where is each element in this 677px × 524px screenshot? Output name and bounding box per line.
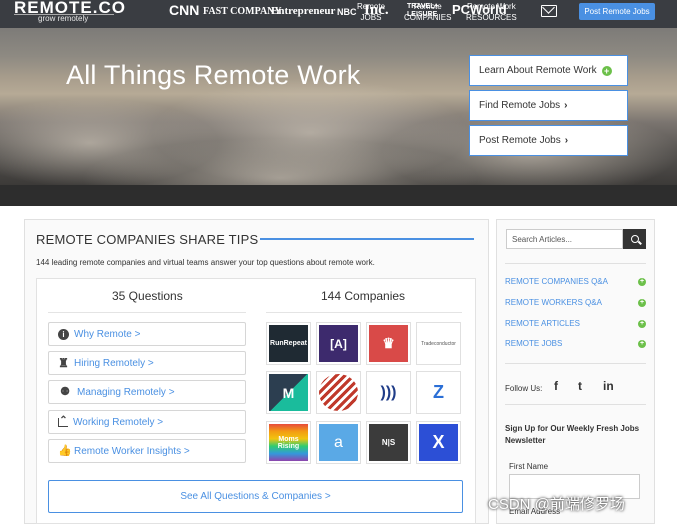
companies-heading: 144 Companies <box>321 289 406 303</box>
plus-circle-icon: + <box>638 298 646 307</box>
post-remote-jobs-button[interactable]: Post Remote Jobs <box>579 3 655 20</box>
company-tile-crown[interactable]: ♛ <box>366 322 411 365</box>
question-why-remote[interactable]: i Why Remote > <box>48 322 246 346</box>
plus-circle-icon: + <box>638 277 646 286</box>
company-logo: a <box>319 424 358 461</box>
company-tile-a[interactable]: [A] <box>316 322 361 365</box>
press-logo-inc: Inc. <box>364 2 389 18</box>
section-intro: 144 leading remote companies and virtual… <box>36 258 375 267</box>
hero-title: All Things Remote Work <box>66 60 361 90</box>
press-logo-fastcompany: FAST COMPANY <box>203 6 282 17</box>
company-tile-runrepeat[interactable]: RunRepeat <box>266 322 311 365</box>
follow-us-label: Follow Us: <box>505 384 543 393</box>
search-input[interactable]: Search Articles... <box>506 229 623 249</box>
crown-icon: ♛ <box>369 325 408 362</box>
press-logo-nbc: NBC <box>337 7 357 17</box>
sidebar-link-label: REMOTE JOBS <box>505 339 563 348</box>
waves-logo-icon: ))) <box>380 383 397 401</box>
info-icon: i <box>58 328 69 340</box>
section-title: REMOTE COMPANIES SHARE TIPS <box>36 232 259 247</box>
linkedin-icon[interactable]: in <box>603 379 614 393</box>
questions-heading: 35 Questions <box>112 289 183 303</box>
company-tile-tradeconductor[interactable]: Tradeconductor <box>416 322 461 365</box>
post-remote-jobs-hero-button[interactable]: Post Remote Jobs › <box>469 125 628 156</box>
company-tile-stripes[interactable] <box>316 371 361 414</box>
sidebar-divider <box>505 404 646 405</box>
company-logo: Moms Rising <box>269 424 308 461</box>
thumbs-up-icon: 👍 <box>58 444 72 457</box>
company-logo: N|S <box>369 424 408 461</box>
sidebar-divider <box>505 263 646 264</box>
company-logo: Tradeconductor <box>421 340 456 347</box>
sidebar-link-companies-qa[interactable]: REMOTE COMPANIES Q&A + <box>505 277 646 286</box>
company-logo: Z <box>433 382 444 402</box>
company-tile-ns[interactable]: N|S <box>366 421 411 464</box>
question-working-remotely[interactable]: ⌃ Working Remotely > <box>48 410 246 434</box>
question-label: Working Remotely > <box>73 416 164 428</box>
twitter-icon[interactable]: t <box>578 379 582 393</box>
press-logo-travel-leisure: TRAVEL+ LEISURE <box>407 3 439 18</box>
question-hiring-remotely[interactable]: ♜ Hiring Remotely > <box>48 351 246 375</box>
site-logo[interactable]: REMOTE.CO grow remotely <box>14 0 126 23</box>
mail-icon[interactable] <box>541 5 557 17</box>
chevron-right-icon: › <box>564 135 569 146</box>
plus-circle-icon: + <box>638 319 646 328</box>
questions-divider <box>48 312 246 313</box>
watermark: CSDN @前端修罗场 <box>488 496 625 513</box>
company-tile-m[interactable]: M <box>266 371 311 414</box>
logo-wordmark: REMOTE.CO <box>14 0 126 17</box>
chart-icon: ⌃ <box>58 414 68 427</box>
plus-circle-icon: + <box>638 339 646 348</box>
logo-divider <box>14 14 114 15</box>
group-icon: ⚉ <box>60 385 70 398</box>
learn-about-remote-work-button[interactable]: Learn About Remote Work + <box>469 55 628 86</box>
company-logo: [A] <box>319 325 358 362</box>
find-remote-jobs-label: Find Remote Jobs <box>479 100 561 111</box>
press-logos-bar <box>0 185 677 206</box>
person-icon: ♜ <box>58 355 69 370</box>
company-tile-waves[interactable]: ))) <box>366 371 411 414</box>
post-remote-jobs-label: Post Remote Jobs <box>479 135 561 146</box>
sidebar-link-jobs[interactable]: REMOTE JOBS + <box>505 339 646 348</box>
company-logo: X <box>419 424 458 461</box>
title-underline <box>260 238 474 240</box>
newsletter-heading: Sign Up for Our Weekly Fresh Jobs Newsle… <box>505 424 640 445</box>
sidebar-link-label: REMOTE ARTICLES <box>505 319 580 328</box>
question-remote-worker-insights[interactable]: 👍 Remote Worker Insights > <box>48 439 246 463</box>
learn-about-remote-work-label: Learn About Remote Work <box>479 65 597 76</box>
stripes-logo-icon <box>319 374 358 411</box>
question-managing-remotely[interactable]: ⚉ Managing Remotely > <box>48 380 246 404</box>
company-logo: M <box>269 374 308 411</box>
question-label: Remote Worker Insights > <box>74 445 190 457</box>
question-label: Hiring Remotely > <box>74 357 154 369</box>
question-label: Managing Remotely > <box>77 386 175 398</box>
see-all-questions-button[interactable]: See All Questions & Companies > <box>48 480 463 513</box>
press-logo-cnn: CNN <box>169 2 200 18</box>
press-logo-pcworld: PCWorld <box>452 2 507 17</box>
sidebar-link-label: REMOTE WORKERS Q&A <box>505 298 602 307</box>
sidebar-link-label: REMOTE COMPANIES Q&A <box>505 277 608 286</box>
company-tile-a-blue[interactable]: a <box>316 421 361 464</box>
company-tile-momsrising[interactable]: Moms Rising <box>266 421 311 464</box>
sidebar-divider <box>505 363 646 364</box>
first-name-label: First Name <box>509 462 549 471</box>
find-remote-jobs-button[interactable]: Find Remote Jobs › <box>469 90 628 121</box>
companies-divider <box>266 312 462 313</box>
plus-circle-icon: + <box>601 65 612 76</box>
sidebar-link-articles[interactable]: REMOTE ARTICLES + <box>505 319 646 328</box>
search-button[interactable] <box>623 229 646 249</box>
company-logo: RunRepeat <box>269 325 308 362</box>
question-label: Why Remote > <box>74 328 141 340</box>
company-tile-z[interactable]: Z <box>416 371 461 414</box>
search-icon <box>630 235 639 243</box>
company-tile-x[interactable]: X <box>416 421 461 464</box>
chevron-right-icon: › <box>564 100 568 111</box>
facebook-icon[interactable]: f <box>554 379 558 393</box>
sidebar-link-workers-qa[interactable]: REMOTE WORKERS Q&A + <box>505 298 646 307</box>
press-logo-entrepreneur: Entrepreneur <box>271 5 336 17</box>
